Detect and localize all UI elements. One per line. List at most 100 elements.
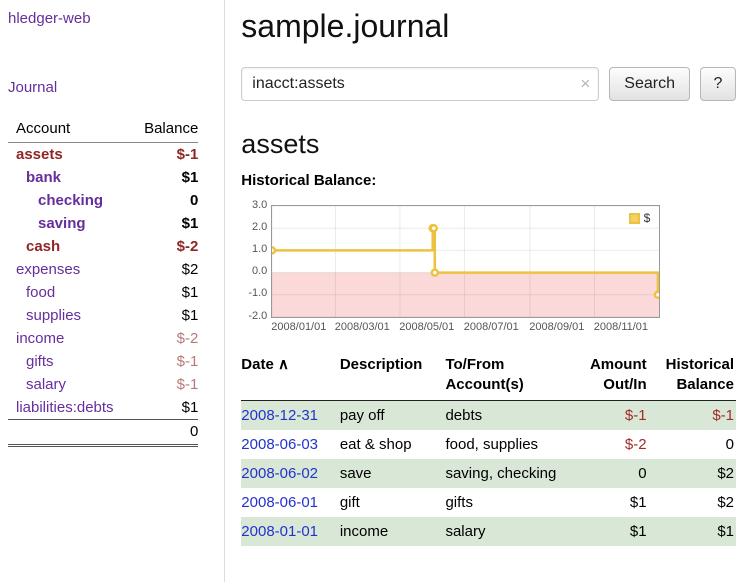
x-tick-label: 2008/05/01 — [399, 321, 454, 333]
data-point-marker — [431, 225, 437, 231]
account-row: expenses $2 — [8, 258, 198, 281]
transaction-date-link[interactable]: 2008-01-01 — [241, 523, 318, 540]
account-row: bank $1 — [8, 166, 198, 189]
help-button[interactable]: ? — [700, 67, 736, 101]
account-row: assets $-1 — [8, 143, 198, 167]
accounts-header-account: Account — [8, 118, 134, 143]
account-balance: $1 — [134, 281, 199, 304]
transaction-balance: $1 — [649, 517, 736, 546]
account-balance: $1 — [134, 166, 199, 189]
header-amount: Amount Out/In — [567, 353, 648, 401]
account-balance: $1 — [134, 396, 199, 420]
header-accounts: To/From Account(s) — [445, 353, 567, 401]
account-link-liabilities-debts[interactable]: liabilities:debts — [16, 399, 114, 416]
account-balance: $1 — [134, 212, 199, 235]
accounts-body: assets$-1bank$1checking0saving$1cash$-2e… — [8, 143, 198, 420]
search-input[interactable] — [241, 67, 599, 101]
accounts-total-value: 0 — [134, 420, 199, 446]
y-tick-label: -2.0 — [241, 310, 267, 322]
transaction-amount: $-1 — [567, 401, 648, 431]
account-link-checking[interactable]: checking — [38, 192, 103, 209]
chart-legend: $ — [625, 210, 655, 226]
transaction-date-link[interactable]: 2008-12-31 — [241, 407, 318, 424]
transaction-description: income — [340, 517, 446, 546]
account-row: saving $1 — [8, 212, 198, 235]
accounts-header-row: Account Balance — [8, 118, 198, 143]
account-link-bank[interactable]: bank — [26, 169, 61, 186]
app-title-link[interactable]: hledger-web — [8, 10, 198, 27]
transaction-description: pay off — [340, 401, 446, 431]
clear-search-icon[interactable]: × — [580, 74, 590, 94]
account-balance: $-2 — [134, 327, 199, 350]
header-date-label: Date — [241, 356, 274, 373]
y-tick-label: -1.0 — [241, 287, 267, 299]
x-tick-label: 2008/09/01 — [529, 321, 584, 333]
register-table: Date ∧ Description To/From Account(s) Am… — [241, 353, 736, 546]
transaction-date-link[interactable]: 2008-06-02 — [241, 465, 318, 482]
app-window: hledger-web Journal Account Balance asse… — [0, 0, 742, 582]
account-link-income[interactable]: income — [16, 330, 64, 347]
y-tick-label: 1.0 — [241, 243, 267, 255]
transaction-amount: $-2 — [567, 430, 648, 459]
sort-ascending-icon: ∧ — [278, 356, 289, 373]
transaction-accounts: saving, checking — [445, 459, 567, 488]
account-balance: $-1 — [134, 350, 199, 373]
account-link-expenses[interactable]: expenses — [16, 261, 80, 278]
accounts-table: Account Balance assets $-1 bank $1 checking 0… — [8, 118, 198, 447]
account-row: checking 0 — [8, 189, 198, 212]
accounts-total-row: 0 — [8, 420, 198, 446]
data-point-marker — [655, 292, 659, 298]
transaction-row: 2008-01-01incomesalary$1$1 — [241, 517, 736, 546]
account-link-food[interactable]: food — [26, 284, 55, 301]
x-tick-label: 2008/07/01 — [464, 321, 519, 333]
main-content: sample.journal × Search ? assets Histori… — [225, 0, 742, 582]
account-balance: 0 — [134, 189, 199, 212]
account-link-salary[interactable]: salary — [26, 376, 66, 393]
sidebar-item-journal[interactable]: Journal — [8, 79, 198, 96]
search-box: × — [241, 67, 599, 101]
y-tick-label: 2.0 — [241, 221, 267, 233]
transaction-accounts: salary — [445, 517, 567, 546]
header-historical-balance: Historical Balance — [649, 353, 736, 401]
chart-svg — [272, 206, 659, 317]
transaction-accounts: debts — [445, 401, 567, 431]
transaction-description: eat & shop — [340, 430, 446, 459]
account-link-supplies[interactable]: supplies — [26, 307, 81, 324]
account-balance: $-1 — [134, 143, 199, 167]
account-link-gifts[interactable]: gifts — [26, 353, 54, 370]
register-header-row: Date ∧ Description To/From Account(s) Am… — [241, 353, 736, 401]
account-link-cash[interactable]: cash — [26, 238, 60, 255]
accounts-header-balance: Balance — [134, 118, 199, 143]
account-row: cash$-2 — [8, 235, 198, 258]
transaction-amount: 0 — [567, 459, 648, 488]
header-date[interactable]: Date ∧ — [241, 353, 340, 401]
search-bar: × Search ? — [241, 67, 736, 101]
transaction-row: 2008-06-03eat & shopfood, supplies$-20 — [241, 430, 736, 459]
account-row: liabilities:debts $1 — [8, 396, 198, 420]
account-link-saving[interactable]: saving — [38, 215, 86, 232]
transaction-row: 2008-06-01giftgifts$1$2 — [241, 488, 736, 517]
transaction-row: 2008-12-31pay offdebts$-1$-1 — [241, 401, 736, 431]
transaction-description: gift — [340, 488, 446, 517]
transaction-balance: $2 — [649, 459, 736, 488]
account-row: gifts $-1 — [8, 350, 198, 373]
transaction-amount: $1 — [567, 517, 648, 546]
account-row: supplies $1 — [8, 304, 198, 327]
account-link-assets[interactable]: assets — [16, 146, 63, 163]
transaction-balance: $-1 — [649, 401, 736, 431]
y-tick-label: 3.0 — [241, 199, 267, 211]
transaction-accounts: gifts — [445, 488, 567, 517]
sidebar: hledger-web Journal Account Balance asse… — [0, 0, 225, 582]
account-balance: $1 — [134, 304, 199, 327]
account-row: income $-2 — [8, 327, 198, 350]
account-balance: $-1 — [134, 373, 199, 396]
search-button[interactable]: Search — [609, 67, 690, 101]
header-description: Description — [340, 353, 446, 401]
accounts-total-spacer — [8, 420, 134, 446]
transaction-date-link[interactable]: 2008-06-03 — [241, 436, 318, 453]
account-balance: $2 — [134, 258, 199, 281]
register-body: 2008-12-31pay offdebts$-1$-12008-06-03ea… — [241, 401, 736, 547]
historical-balance-chart: $ 3.02.01.00.0-1.0-2.02008/01/012008/03/… — [241, 197, 736, 337]
account-heading: assets — [241, 129, 736, 160]
transaction-date-link[interactable]: 2008-06-01 — [241, 494, 318, 511]
